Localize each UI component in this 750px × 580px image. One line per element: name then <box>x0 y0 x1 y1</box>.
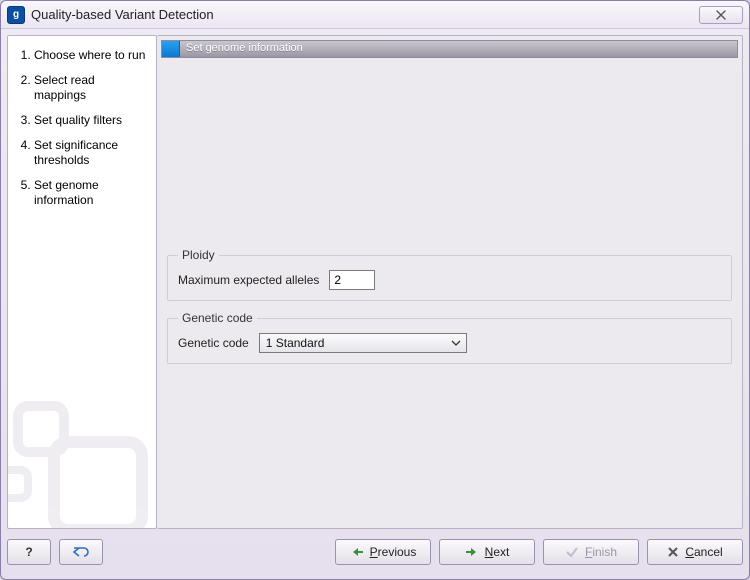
app-icon-glyph: g <box>13 9 19 20</box>
content-area: Choose where to run Select read mappings… <box>1 29 749 579</box>
help-icon: ? <box>25 545 32 559</box>
wizard-steps-sidebar: Choose where to run Select read mappings… <box>7 35 157 529</box>
wizard-steps-list: Choose where to run Select read mappings… <box>18 48 150 208</box>
chevron-down-icon <box>450 337 462 349</box>
close-icon <box>715 10 727 20</box>
close-button[interactable] <box>699 6 743 24</box>
genetic-code-label: Genetic code <box>178 336 249 350</box>
arrow-left-icon <box>350 546 364 558</box>
genetic-code-dropdown[interactable]: 1 Standard <box>259 333 467 353</box>
wizard-step-4[interactable]: Set significance thresholds <box>34 138 150 168</box>
x-icon <box>667 546 679 558</box>
previous-label: Previous <box>370 545 417 559</box>
max-alleles-input[interactable] <box>329 270 375 290</box>
previous-button[interactable]: Previous <box>335 539 431 565</box>
main-panel: Set genome information Ploidy Maximum ex… <box>157 35 743 529</box>
wizard-step-1[interactable]: Choose where to run <box>34 48 150 63</box>
undo-icon <box>72 545 90 559</box>
step-header-accent <box>162 41 180 57</box>
finish-button: Finish <box>543 539 639 565</box>
titlebar[interactable]: g Quality-based Variant Detection <box>1 1 749 29</box>
ploidy-legend: Ploidy <box>178 248 219 262</box>
genetic-code-legend: Genetic code <box>178 311 257 325</box>
sidebar-decoration <box>7 382 154 529</box>
genetic-code-selected: 1 Standard <box>266 336 450 350</box>
footer-buttons: ? Previous Next Finish <box>7 529 743 569</box>
cancel-button[interactable]: Cancel <box>647 539 743 565</box>
main-body: Ploidy Maximum expected alleles Genetic … <box>157 62 742 528</box>
wizard-step-label: Select read mappings <box>34 73 95 102</box>
wizard-step-label: Choose where to run <box>34 48 145 62</box>
ploidy-group: Ploidy Maximum expected alleles <box>167 248 732 301</box>
finish-label: Finish <box>585 545 617 559</box>
wizard-step-label: Set quality filters <box>34 113 122 127</box>
max-alleles-label: Maximum expected alleles <box>178 273 319 287</box>
help-button[interactable]: ? <box>7 539 51 565</box>
step-header: Set genome information <box>161 40 738 58</box>
next-button[interactable]: Next <box>439 539 535 565</box>
next-label: Next <box>485 545 510 559</box>
check-icon <box>565 546 579 558</box>
genetic-code-group: Genetic code Genetic code 1 Standard <box>167 311 732 364</box>
wizard-step-label: Set genome information <box>34 178 99 207</box>
arrow-right-icon <box>465 546 479 558</box>
app-icon: g <box>7 6 25 24</box>
wizard-step-2[interactable]: Select read mappings <box>34 73 150 103</box>
step-header-title: Set genome information <box>180 41 309 57</box>
cancel-label: Cancel <box>685 545 722 559</box>
wizard-step-label: Set significance thresholds <box>34 138 118 167</box>
reset-button[interactable] <box>59 539 103 565</box>
wizard-step-3[interactable]: Set quality filters <box>34 113 150 128</box>
wizard-step-5[interactable]: Set genome information <box>34 178 150 208</box>
window-title: Quality-based Variant Detection <box>31 7 214 22</box>
dialog-window: g Quality-based Variant Detection Choose… <box>0 0 750 580</box>
